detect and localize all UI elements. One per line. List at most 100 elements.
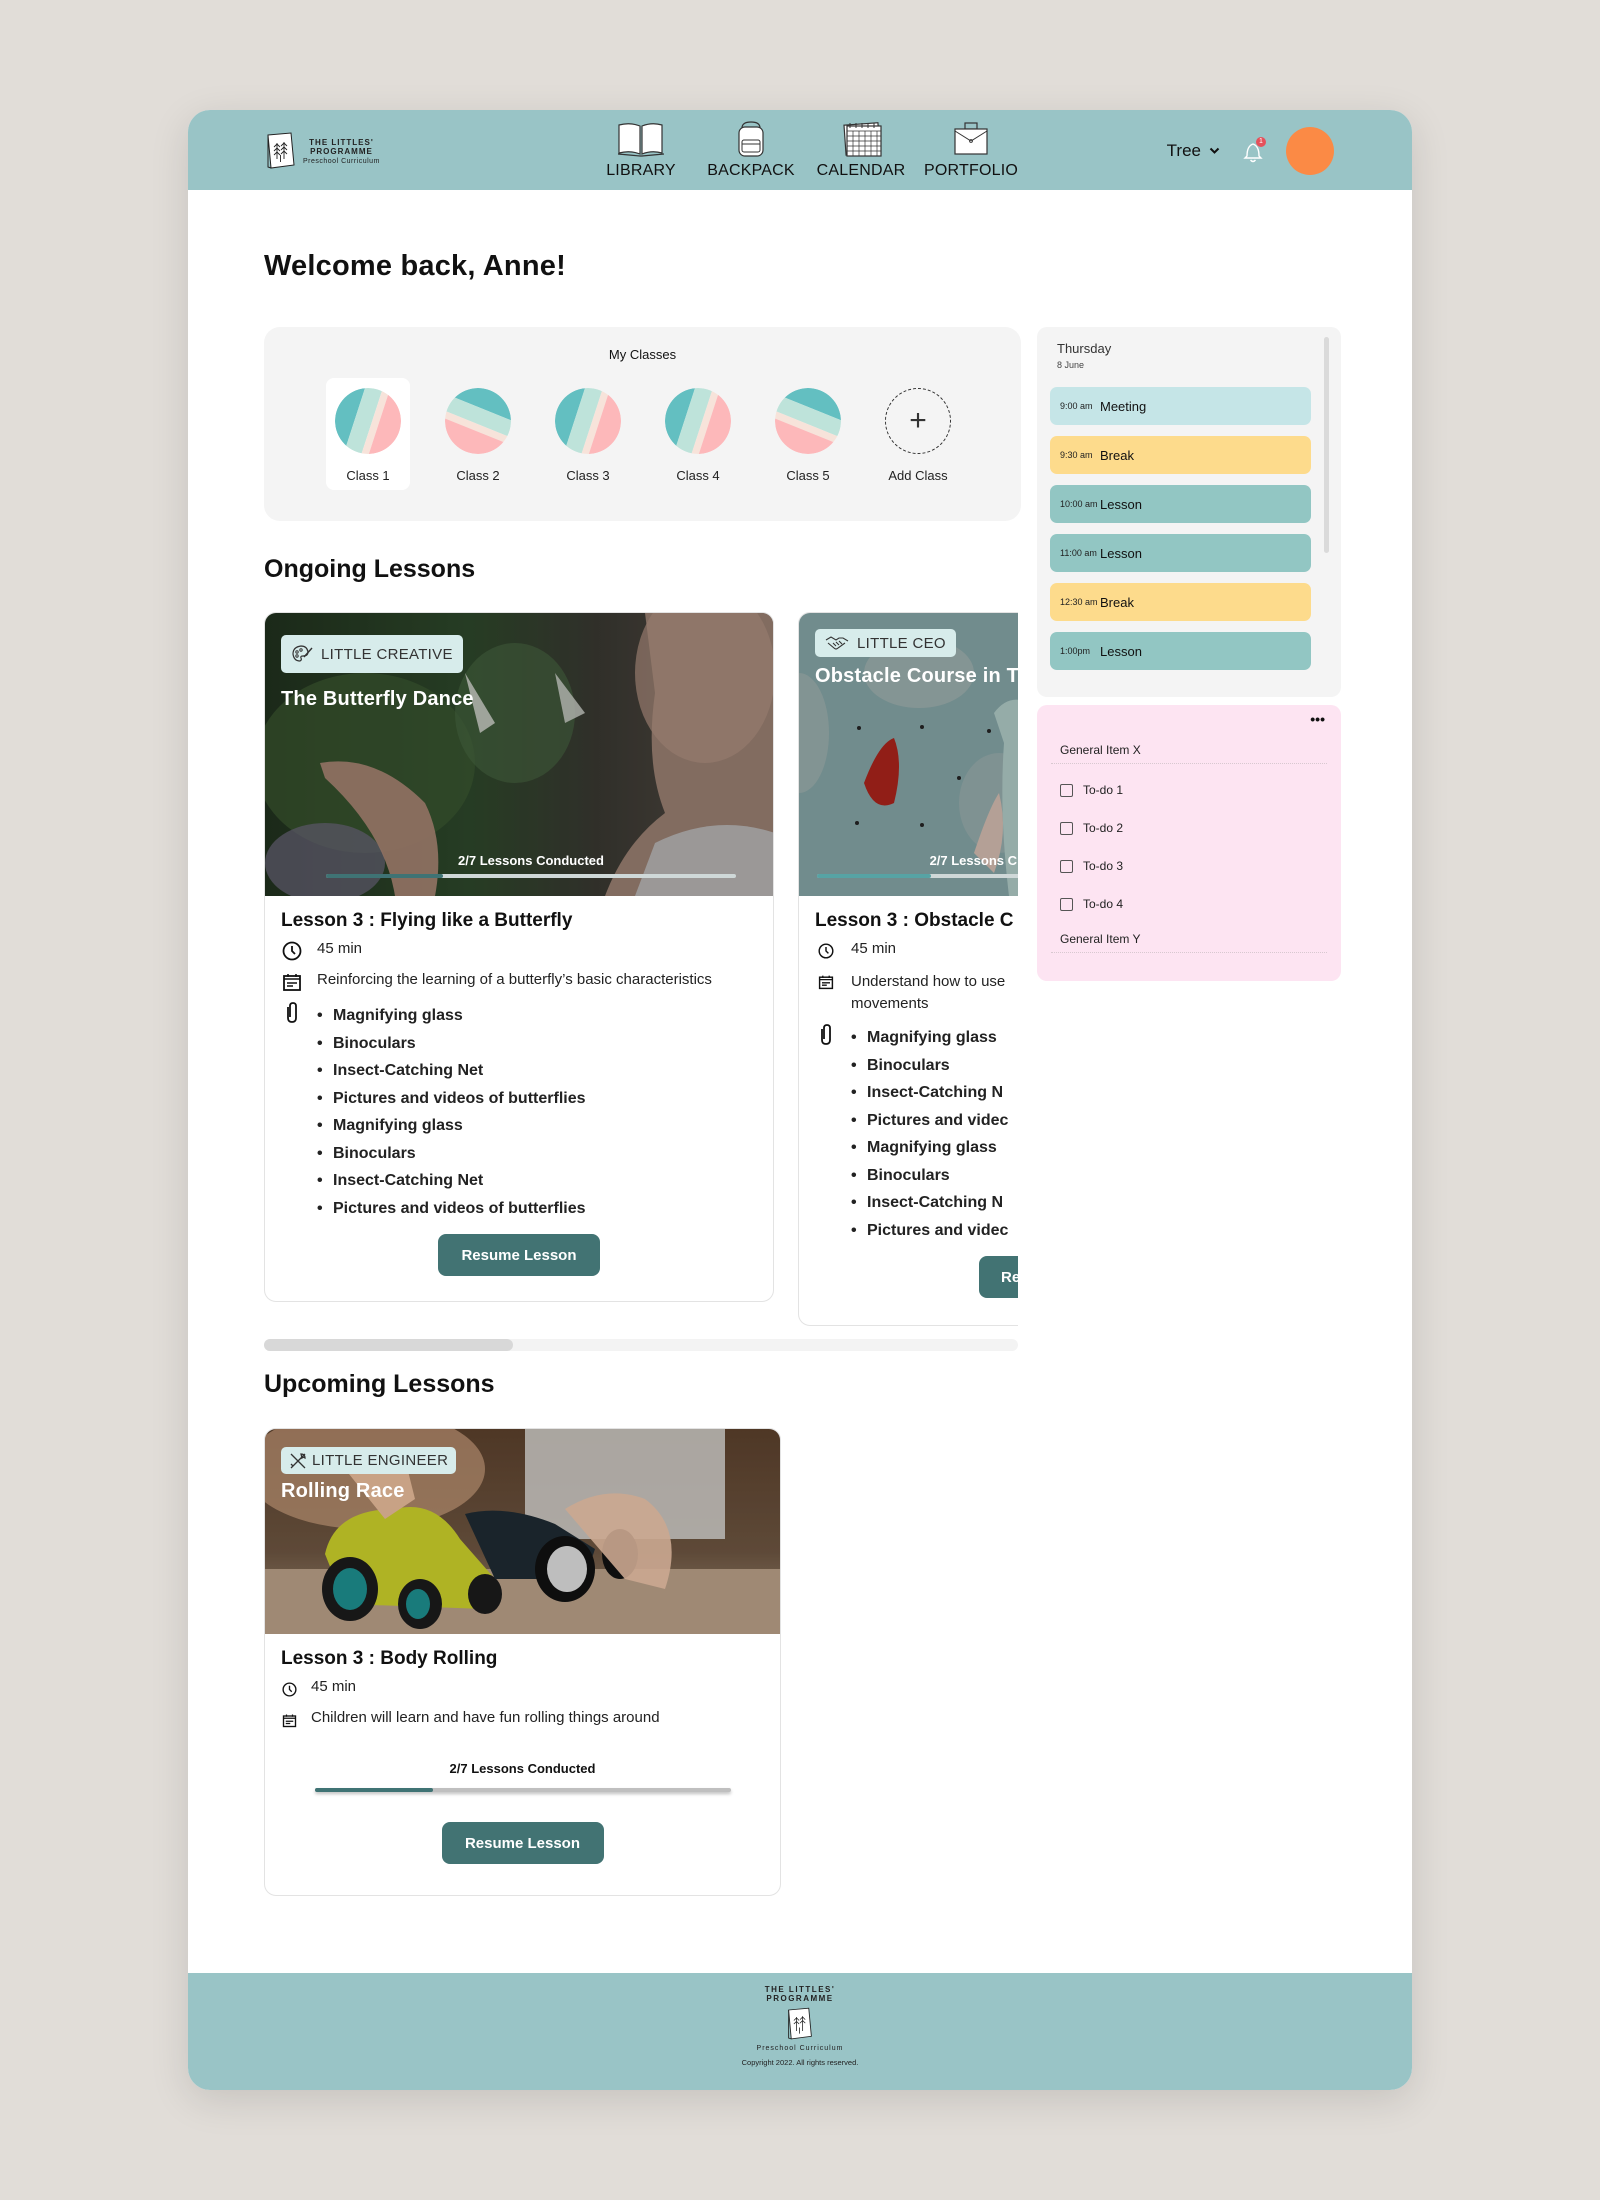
- class-item-3[interactable]: Class 3: [546, 378, 630, 490]
- book-logo-icon: [267, 132, 295, 169]
- class-avatar-icon: [555, 388, 621, 454]
- todo-item-1[interactable]: To-do 1: [1060, 783, 1123, 797]
- tree-dropdown[interactable]: Tree: [1167, 141, 1220, 161]
- lesson-card-image[interactable]: LITTLE CREATIVE The Butterfly Dance 2/7 …: [265, 613, 773, 896]
- notifications-button[interactable]: 1: [1242, 137, 1266, 164]
- class-item-1[interactable]: Class 1: [326, 378, 410, 490]
- nav-calendar[interactable]: CALENDAR: [817, 120, 905, 180]
- resume-lesson-button[interactable]: Resume Lesson: [438, 1234, 600, 1276]
- footer-copyright: Copyright 2022. All rights reserved.: [741, 2058, 859, 2067]
- lesson-card: LITTLE CREATIVE The Butterfly Dance 2/7 …: [264, 612, 774, 1302]
- schedule-event: Lesson: [1100, 643, 1142, 659]
- todo-item-2[interactable]: To-do 2: [1060, 821, 1123, 835]
- schedule-event: Lesson: [1100, 496, 1142, 512]
- briefcase-icon: [954, 122, 988, 155]
- upcoming-lessons-heading: Upcoming Lessons: [264, 1370, 495, 1398]
- class-label: Class 3: [566, 468, 610, 483]
- brand-name: THE LITTLES' PROGRAMME: [303, 138, 380, 156]
- todo-item-4[interactable]: To-do 4: [1060, 897, 1123, 911]
- ongoing-lessons-carousel: LITTLE CREATIVE The Butterfly Dance 2/7 …: [264, 612, 1018, 1332]
- duration-row: 45 min: [815, 940, 1018, 962]
- lesson-card-image[interactable]: LITTLE CEO Obstacle Course in T 2/7 Less…: [799, 613, 1018, 896]
- lesson-progress: 2/7 Lessons C: [817, 853, 1018, 878]
- ongoing-lessons-heading: Ongoing Lessons: [264, 555, 476, 583]
- nav-backpack[interactable]: BACKPACK: [707, 120, 795, 180]
- class-avatar-icon: [665, 388, 731, 454]
- checkbox[interactable]: [1060, 821, 1073, 835]
- class-item-2[interactable]: Class 2: [436, 378, 520, 490]
- nav-backpack-label: BACKPACK: [707, 162, 795, 179]
- category-tag-label: LITTLE CREATIVE: [321, 645, 453, 663]
- class-label: Class 4: [676, 468, 720, 483]
- schedule-item[interactable]: 12:30 am Break: [1050, 583, 1311, 621]
- footer: THE LITTLES' PROGRAMME Preschool Curricu…: [188, 1973, 1412, 2090]
- main-nav: LIBRARY BACKPACK CALENDAR PORTFOLIO: [598, 120, 1018, 180]
- carousel-scrollbar[interactable]: [264, 1339, 1018, 1351]
- checkbox[interactable]: [1060, 859, 1073, 873]
- my-classes-title: My Classes: [608, 347, 677, 362]
- schedule-item[interactable]: 9:30 am Break: [1050, 436, 1311, 474]
- unit-title: Rolling Race: [281, 1480, 405, 1502]
- todo-label: To-do 3: [1083, 859, 1124, 873]
- brand-logo[interactable]: THE LITTLES' PROGRAMME Preschool Curricu…: [265, 132, 380, 170]
- lesson-progress: 2/7 Lessons Conducted: [326, 853, 736, 878]
- nav-portfolio-label: PORTFOLIO: [924, 162, 1018, 179]
- material-item: Insect-Catching N: [851, 1189, 1008, 1217]
- backpack-icon: [738, 121, 764, 157]
- brand-line1: THE LITTLES': [309, 137, 374, 147]
- add-class-button[interactable]: + Add Class: [876, 378, 960, 490]
- material-item: Insect-Catching N: [851, 1079, 1008, 1107]
- footer-tagline: Preschool Curriculum: [756, 2045, 844, 2052]
- nav-library[interactable]: LIBRARY: [598, 120, 684, 180]
- lesson-card: LITTLE CEO Obstacle Course in T 2/7 Less…: [798, 612, 1018, 1326]
- lesson-card-image[interactable]: LITTLE ENGINEER Rolling Race: [265, 1429, 780, 1634]
- add-class-label: Add Class: [888, 468, 948, 483]
- progress-track: [817, 874, 1018, 878]
- checkbox[interactable]: [1060, 897, 1073, 911]
- schedule-time: 1:00pm: [1060, 646, 1091, 656]
- my-classes-panel: My Classes Class 1 Class 2 Class 3 Class…: [264, 327, 1021, 521]
- material-item: Insect-Catching Net: [317, 1057, 586, 1085]
- tools-icon: [290, 1452, 306, 1468]
- resume-lesson-button[interactable]: Re: [979, 1256, 1018, 1298]
- tree-dropdown-value: Tree: [1166, 141, 1201, 160]
- class-item-4[interactable]: Class 4: [656, 378, 740, 490]
- lesson-title: Lesson 3 : Flying like a Butterfly: [281, 910, 573, 931]
- schedule-event: Meeting: [1100, 398, 1147, 414]
- welcome-heading: Welcome back, Anne!: [264, 250, 566, 282]
- checkbox[interactable]: [1060, 783, 1073, 797]
- more-options-icon[interactable]: •••: [1310, 711, 1325, 727]
- schedule-item[interactable]: 10:00 am Lesson: [1050, 485, 1311, 523]
- footer-brand-line1: THE LITTLES': [764, 1985, 836, 1994]
- notification-badge: 1: [1256, 137, 1266, 147]
- calendar-note-icon: [815, 971, 837, 993]
- category-tag-label: LITTLE CEO: [857, 634, 946, 652]
- todo-item-3[interactable]: To-do 3: [1060, 859, 1123, 873]
- carousel-scrollbar-thumb[interactable]: [264, 1339, 513, 1351]
- schedule-event: Break: [1100, 594, 1134, 610]
- schedule-scrollbar[interactable]: [1324, 337, 1329, 553]
- progress-fill: [326, 874, 444, 878]
- class-item-5[interactable]: Class 5: [766, 378, 850, 490]
- progress-label: 2/7 Lessons Conducted: [449, 1761, 596, 1776]
- paperclip-icon: [815, 1024, 837, 1046]
- lesson-description: Understand how to use movements: [851, 973, 1006, 1012]
- schedule-event: Break: [1100, 447, 1134, 463]
- schedule-list: 9:00 am Meeting 9:30 am Break 10:00 am Less…: [1050, 387, 1311, 681]
- user-avatar[interactable]: [1286, 127, 1334, 175]
- progress-label: 2/7 Lessons C: [929, 853, 1017, 868]
- footer-brand: THE LITTLES' PROGRAMME: [188, 1985, 1412, 2003]
- description-row: Understand how to use movements: [815, 971, 1018, 1015]
- schedule-item[interactable]: 9:00 am Meeting: [1050, 387, 1311, 425]
- brand-tagline: Preschool Curriculum: [303, 157, 380, 165]
- app-window: THE LITTLES' PROGRAMME Preschool Curricu…: [188, 110, 1412, 2090]
- todo-group-x: General Item X: [1051, 743, 1327, 764]
- nav-portfolio[interactable]: PORTFOLIO: [924, 120, 1018, 180]
- schedule-item[interactable]: 11:00 am Lesson: [1050, 534, 1311, 572]
- schedule-time: 11:00 am: [1060, 548, 1097, 558]
- schedule-item[interactable]: 1:00pm Lesson: [1050, 632, 1311, 670]
- material-item: Binoculars: [317, 1140, 586, 1168]
- daily-schedule-panel: Thursday 8 June 9:00 am Meeting 9:30 am Br…: [1037, 327, 1341, 697]
- resume-lesson-button[interactable]: Resume Lesson: [441, 1822, 604, 1864]
- todo-label: To-do 4: [1083, 897, 1124, 911]
